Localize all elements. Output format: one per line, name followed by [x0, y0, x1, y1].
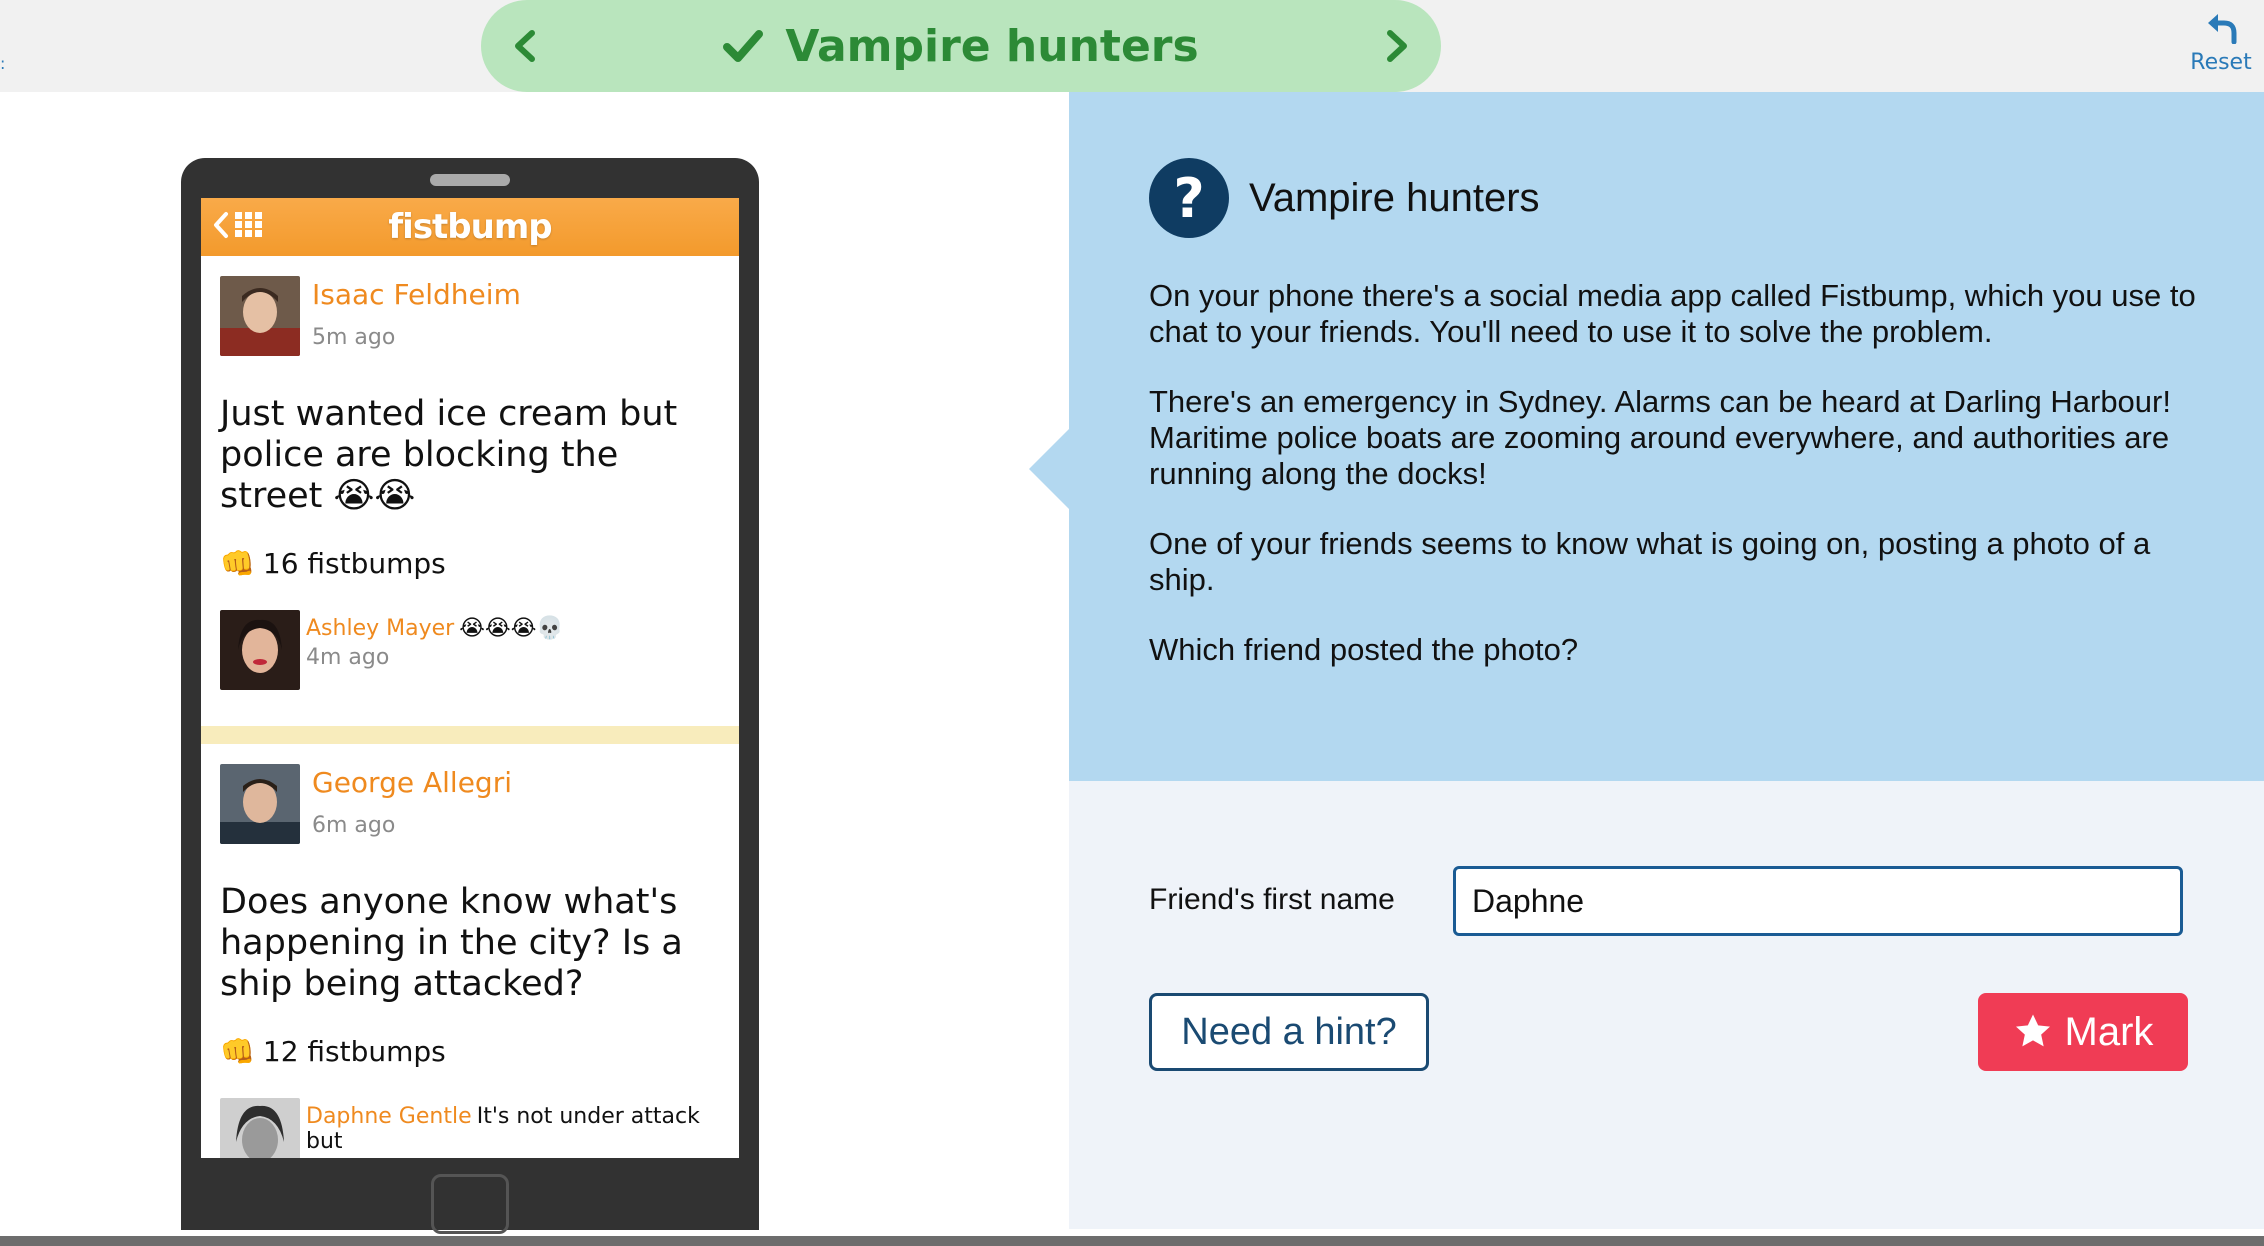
answer-area: Friend's first name Need a hint? Mark	[1069, 781, 2264, 1229]
post-text: Just wanted ice cream but police are blo…	[220, 394, 678, 516]
star-icon	[2015, 1014, 2050, 1047]
likes-count: 16 fistbumps	[262, 547, 446, 580]
fist-icon: 👊	[220, 1035, 255, 1068]
grid-icon	[235, 212, 262, 237]
avatar[interactable]	[220, 276, 300, 356]
phone-device: fistbump Isaac Feldheim 5m ago Just want…	[181, 158, 759, 1234]
answer-field-label: Friend's first name	[1149, 883, 1395, 916]
phone-home-button[interactable]	[431, 1174, 509, 1234]
first-name-input[interactable]	[1453, 866, 2183, 936]
app-name: fistbump	[388, 207, 552, 247]
comment: Daphne Gentle It's not under attack but	[220, 1098, 739, 1158]
phone-speaker	[430, 174, 510, 186]
post-text: Does anyone know what's happening in the…	[220, 882, 683, 1004]
panel-pointer	[1029, 429, 1069, 509]
comment: Ashley Mayer 😭😭😭💀 4m ago	[220, 610, 739, 690]
question-paragraph: One of your friends seems to know what i…	[1149, 526, 2151, 597]
question-paragraph: There's an emergency in Sydney. Alarms c…	[1149, 384, 2171, 491]
post-time: 6m ago	[312, 813, 396, 838]
question-mark-icon: ?	[1149, 158, 1229, 238]
comment-text: 😭😭😭💀	[459, 616, 564, 641]
previous-problem-button[interactable]	[503, 24, 547, 68]
fist-icon: 👊	[220, 547, 255, 580]
post-author[interactable]: Isaac Feldheim	[312, 278, 521, 311]
undo-arrow-icon	[2208, 14, 2237, 45]
chevron-right-icon	[1387, 30, 1407, 62]
hint-button[interactable]: Need a hint?	[1149, 993, 1429, 1071]
bottom-strip	[0, 1236, 2264, 1246]
check-icon	[723, 29, 764, 63]
left-edge-glyph: :	[0, 54, 6, 73]
mark-button[interactable]: Mark	[1978, 993, 2188, 1071]
question-paragraph: On your phone there's a social media app…	[1149, 278, 2196, 349]
chevron-left-icon	[515, 30, 535, 62]
likes-count: 12 fistbumps	[262, 1035, 446, 1068]
question-panel: ? Vampire hunters On your phone there's …	[1029, 92, 2264, 781]
feed-post: George Allegri 6m ago Does anyone know w…	[201, 744, 739, 1158]
mark-label: Mark	[2064, 1009, 2154, 1054]
post-time: 5m ago	[312, 325, 396, 350]
next-problem-button[interactable]	[1375, 24, 1419, 68]
reset-button[interactable]: Reset	[2186, 10, 2256, 75]
reset-label: Reset	[2190, 50, 2252, 75]
post-likes[interactable]: 👊 16 fistbumps	[220, 547, 739, 580]
phone-screen[interactable]: fistbump Isaac Feldheim 5m ago Just want…	[201, 198, 739, 1158]
problem-title: Vampire hunters	[785, 20, 1199, 72]
chevron-left-icon	[214, 212, 228, 238]
avatar[interactable]	[220, 610, 300, 690]
avatar[interactable]	[220, 1098, 300, 1158]
comment-author[interactable]: Ashley Mayer	[306, 616, 454, 641]
fistbump-app-header: fistbump	[201, 198, 739, 256]
avatar[interactable]	[220, 764, 300, 844]
comment-time: 4m ago	[306, 645, 390, 670]
question-title: Vampire hunters	[1249, 175, 1540, 220]
question-header: ? Vampire hunters	[1149, 158, 1540, 238]
comment-author[interactable]: Daphne Gentle	[306, 1104, 472, 1129]
problem-title-bar: Vampire hunters	[481, 0, 1441, 92]
top-bar: : Vampire hunters Reset	[0, 0, 2264, 92]
app-back-button[interactable]	[213, 211, 263, 239]
post-likes[interactable]: 👊 12 fistbumps	[220, 1035, 739, 1068]
question-paragraph: Which friend posted the photo?	[1149, 632, 1579, 667]
question-body: On your phone there's a social media app…	[1149, 278, 2219, 702]
post-separator	[201, 726, 739, 744]
feed-post: Isaac Feldheim 5m ago Just wanted ice cr…	[201, 256, 739, 690]
post-author[interactable]: George Allegri	[312, 766, 512, 799]
